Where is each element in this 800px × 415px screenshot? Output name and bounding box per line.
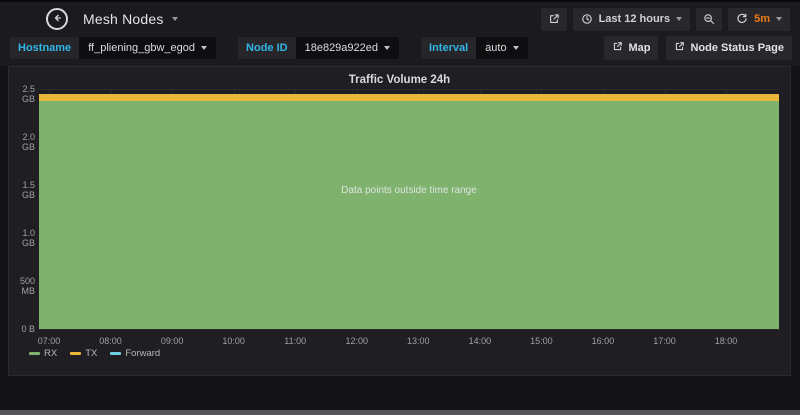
legend-swatch [29,352,40,355]
variable-value-text: 18e829a922ed [305,42,378,54]
navbar: Mesh Nodes Last 12 hours [0,2,800,34]
dashboard-link-label: Map [628,42,650,54]
panel-title[interactable]: Traffic Volume 24h [9,67,790,86]
variable-value-dropdown[interactable]: auto [476,37,527,59]
variable-value-text: ff_pliening_gbw_egod [88,42,195,54]
clock-icon [581,13,593,25]
x-axis-label: 08:00 [91,336,131,346]
horizontal-scrollbar[interactable] [0,410,800,415]
template-variables: Hostname ff_pliening_gbw_egod Node ID 18e82… [10,37,528,59]
refresh-icon [736,13,748,25]
external-link-icon [674,41,685,55]
x-axis-label: 15:00 [521,336,561,346]
variable-label: Hostname [10,37,79,59]
template-variable: Hostname ff_pliening_gbw_egod [10,37,216,59]
submenu: Hostname ff_pliening_gbw_egod Node ID 18e82… [0,34,800,60]
chevron-down-icon [384,46,390,50]
x-axis-label: 12:00 [337,336,377,346]
chart-plot-area[interactable]: Data points outside time range [39,89,779,329]
dashboard-title-dropdown[interactable]: Mesh Nodes [83,11,178,27]
tx-area-series [39,94,779,102]
variable-value-text: auto [485,42,506,54]
legend-label: Forward [125,348,160,359]
refresh-interval-label: 5m [754,13,770,25]
variable-label: Interval [421,37,476,59]
variable-label: Node ID [238,37,296,59]
zoom-out-button[interactable] [696,8,722,31]
x-axis-label: 16:00 [583,336,623,346]
chevron-down-icon [172,17,178,21]
x-axis-label: 10:00 [214,336,254,346]
y-axis-label: 2.0 GB [9,132,35,152]
legend-item[interactable]: RX [29,348,57,359]
arrow-left-icon [51,12,63,27]
time-range-label: Last 12 hours [599,13,671,25]
dashboard-links: Map Node Status Page [604,36,792,60]
share-icon [548,13,560,25]
dashboard-link-label: Node Status Page [690,42,784,54]
x-axis-label: 18:00 [706,336,746,346]
template-variable: Interval auto [421,37,528,59]
y-axis-label: 500 MB [9,276,35,296]
legend-label: RX [44,348,57,359]
variable-value-dropdown[interactable]: ff_pliening_gbw_egod [79,37,216,59]
legend-item[interactable]: TX [70,348,97,359]
navbar-actions: Last 12 hours 5m [541,8,790,31]
template-variable: Node ID 18e829a922ed [238,37,399,59]
legend-swatch [110,352,121,355]
legend-item[interactable]: Forward [110,348,160,359]
y-axis-label: 0 B [9,324,35,334]
chart-warning-text: Data points outside time range [39,185,779,196]
back-button[interactable] [46,8,68,30]
x-axis-label: 17:00 [645,336,685,346]
x-axis-label: 13:00 [398,336,438,346]
share-button[interactable] [541,8,567,31]
external-link-icon [612,41,623,55]
y-axis-label: 2.5 GB [9,84,35,104]
y-axis-label: 1.0 GB [9,228,35,248]
dashboard-chrome: Mesh Nodes Last 12 hours [0,2,800,66]
time-picker-button[interactable]: Last 12 hours [573,8,691,31]
chevron-down-icon [776,17,782,21]
rx-area-series [39,101,779,329]
chevron-down-icon [676,17,682,21]
traffic-volume-panel: Traffic Volume 24h Data points outside t… [8,66,791,376]
refresh-button[interactable]: 5m [728,8,790,31]
legend-swatch [70,352,81,355]
x-axis-label: 11:00 [275,336,315,346]
x-axis-label: 07:00 [29,336,69,346]
dashboard-link-button[interactable]: Node Status Page [666,36,792,60]
page-title: Mesh Nodes [83,11,164,27]
y-axis-label: 1.5 GB [9,180,35,200]
chevron-down-icon [513,46,519,50]
dashboard-link-button[interactable]: Map [604,36,658,60]
zoom-out-icon [703,13,715,25]
chevron-down-icon [201,46,207,50]
x-axis-label: 14:00 [460,336,500,346]
gridline [39,329,779,330]
gridline [39,89,779,90]
legend-label: TX [85,348,97,359]
variable-value-dropdown[interactable]: 18e829a922ed [296,37,399,59]
chart-legend: RX TX Forward [29,348,160,359]
x-axis-label: 09:00 [152,336,192,346]
